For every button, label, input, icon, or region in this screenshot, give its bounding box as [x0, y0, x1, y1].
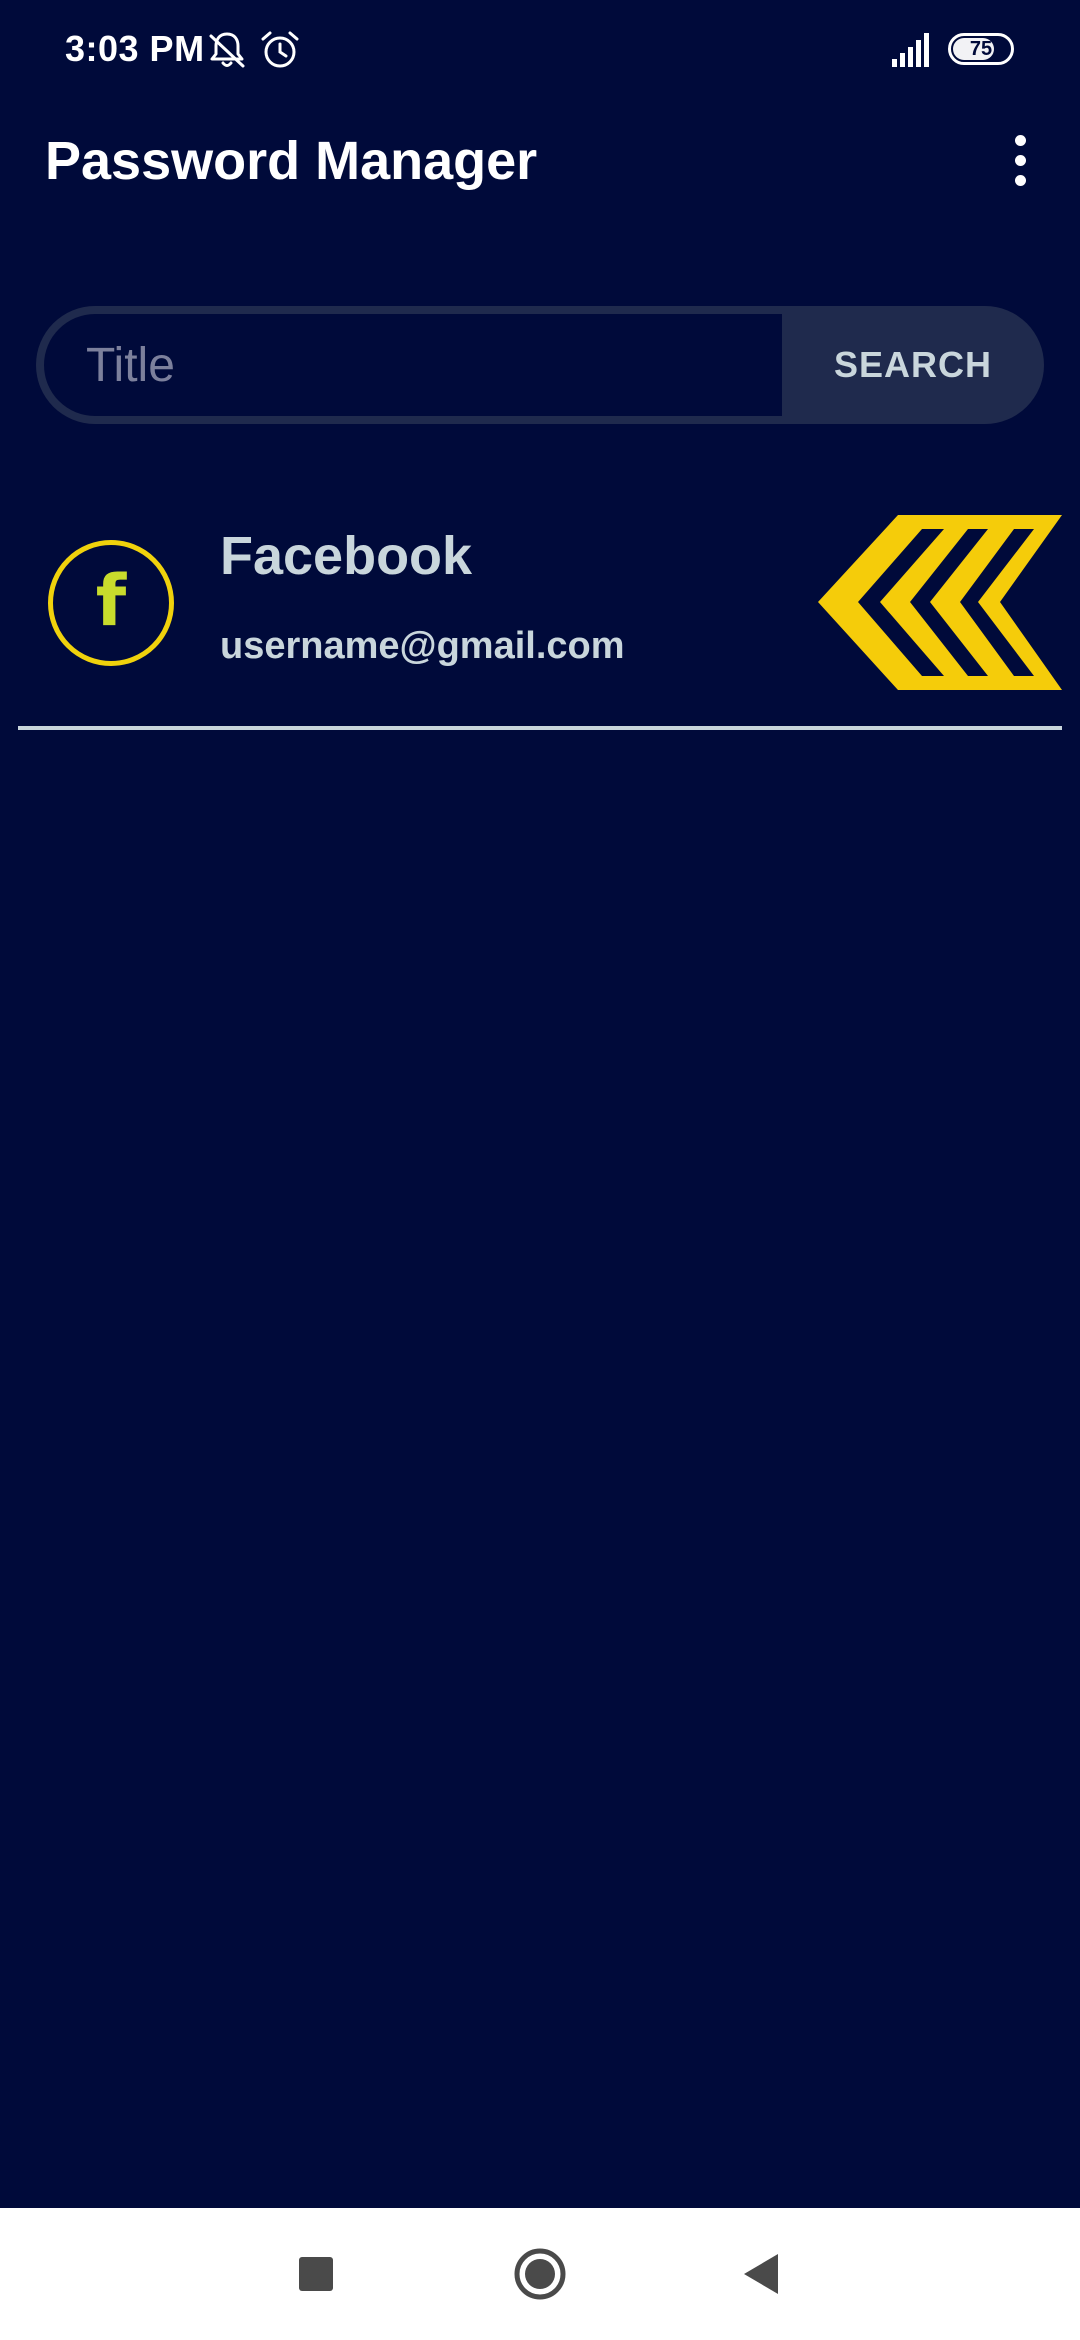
alarm-icon: [258, 28, 302, 72]
facebook-icon: f: [95, 560, 127, 642]
more-vertical-icon: [1014, 134, 1026, 146]
home-button[interactable]: [508, 2242, 572, 2306]
chevrons-left-icon[interactable]: [818, 515, 1062, 690]
divider: [18, 726, 1062, 730]
notifications-off-icon: [205, 28, 249, 72]
recents-icon: [299, 2257, 333, 2291]
search-button[interactable]: SEARCH: [782, 306, 1044, 424]
signal-icon: [890, 33, 934, 67]
credential-list: f Facebook username@gmail.com: [0, 495, 1080, 730]
home-icon: [514, 2248, 566, 2300]
list-item[interactable]: f Facebook username@gmail.com: [0, 495, 1080, 730]
more-vertical-icon-dot: [1014, 154, 1026, 166]
back-icon: [744, 2254, 778, 2294]
recents-button[interactable]: [284, 2242, 348, 2306]
status-time: 3:03 PM: [65, 28, 205, 69]
app-bar: Password Manager: [0, 110, 1080, 210]
search-input[interactable]: [44, 314, 782, 416]
item-username: username@gmail.com: [220, 625, 625, 667]
search-bar: SEARCH: [36, 306, 1044, 424]
battery-level: 75: [969, 37, 993, 60]
status-bar: 3:03 PM 75: [0, 0, 1080, 100]
battery-icon: 75: [948, 33, 1014, 65]
back-button[interactable]: [730, 2242, 794, 2306]
page-title: Password Manager: [45, 131, 538, 191]
item-title: Facebook: [220, 526, 473, 586]
more-options-button[interactable]: [990, 125, 1050, 195]
navigation-bar: [0, 2208, 1080, 2340]
search-input-container: [44, 314, 782, 416]
avatar: f: [48, 540, 174, 666]
more-vertical-icon-dot: [1014, 174, 1026, 186]
